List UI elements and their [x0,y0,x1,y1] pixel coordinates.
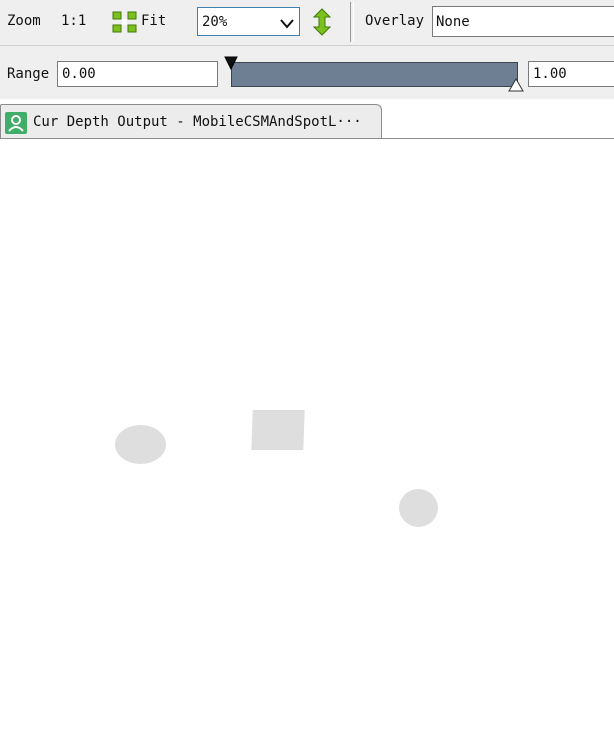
zoom-level-select[interactable]: 20% [197,7,300,36]
tab-cur-depth-output[interactable]: Cur Depth Output - MobileCSMAndSpotL··· [0,104,382,138]
range-toolbar: Range 0.00 1.00 [0,46,614,99]
fit-button[interactable]: Fit [141,13,166,29]
range-min-value: 0.00 [62,66,96,82]
range-max-input[interactable]: 1.00 [528,61,614,87]
depth-shape-ellipse [115,425,166,464]
range-max-handle[interactable] [508,78,524,92]
range-min-handle[interactable] [224,56,238,70]
range-slider-track[interactable] [231,62,518,87]
vertical-flip-icon[interactable] [313,8,331,36]
tab-label: Cur Depth Output - MobileCSMAndSpotL··· [33,114,362,130]
overlay-value: None [436,14,470,30]
texture-viewport[interactable] [0,139,614,746]
overlay-select[interactable]: None [432,6,614,37]
range-min-input[interactable]: 0.00 [57,61,218,87]
depth-shape-box [251,410,305,450]
toolbar-separator [350,2,354,42]
zoom-1-1-button[interactable]: 1:1 [61,13,86,29]
range-label: Range [7,66,50,82]
texture-tab-bar: Cur Depth Output - MobileCSMAndSpotL··· [0,100,614,139]
zoom-label: Zoom [7,13,41,29]
fit-to-window-icon[interactable] [112,11,137,33]
range-max-value: 1.00 [533,66,567,82]
texture-viewer-icon [5,112,27,134]
chevron-down-icon [280,19,294,29]
overlay-label: Overlay [365,13,425,29]
zoom-level-value: 20% [202,14,228,30]
depth-shape-sphere [399,489,438,527]
zoom-toolbar: Zoom 1:1 Fit 20% Overlay None [0,0,614,46]
